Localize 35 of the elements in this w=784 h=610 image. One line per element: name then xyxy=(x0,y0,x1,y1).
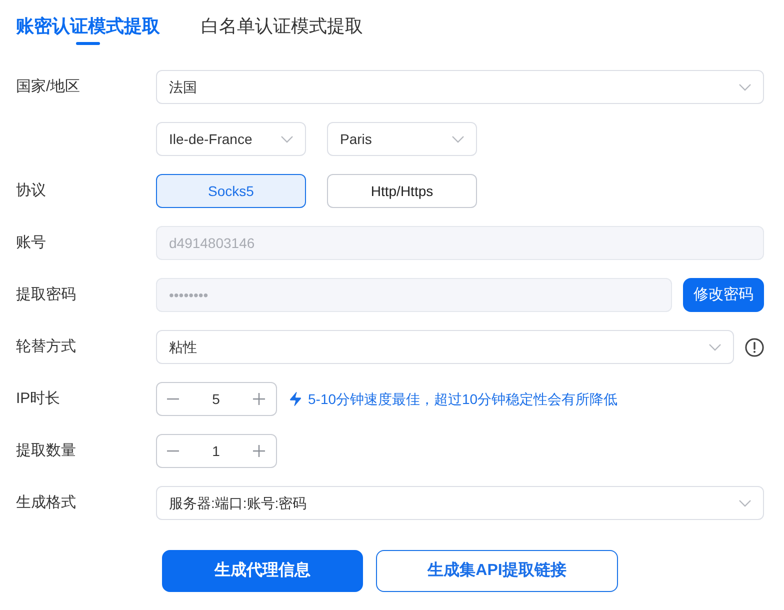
protocol-option[interactable]: Http/Https xyxy=(327,174,477,208)
tab[interactable]: 白名单认证模式提取 xyxy=(201,14,363,45)
chevron-down-icon xyxy=(452,136,464,142)
field-label: 账号 xyxy=(16,232,47,253)
lightning-bolt-icon xyxy=(290,392,301,406)
hint-text: 5-10分钟速度最佳，超过10分钟稳定性会有所降低 xyxy=(308,390,618,408)
select-field[interactable]: 粘性 xyxy=(156,330,734,364)
stepper-value[interactable]: 1 xyxy=(212,440,220,462)
protocol-option[interactable]: Socks5 xyxy=(156,174,306,208)
select-field[interactable]: 服务器:端口:账号:密码 xyxy=(156,486,764,520)
chevron-down-icon xyxy=(281,136,293,142)
field-label: 提取密码 xyxy=(16,284,77,305)
generate-button[interactable]: 生成代理信息 xyxy=(162,550,363,592)
plus-icon[interactable] xyxy=(252,445,265,457)
tab[interactable]: 账密认证模式提取 xyxy=(16,14,160,45)
field-label: 国家/地区 xyxy=(16,76,82,97)
field-label: IP时长 xyxy=(16,388,62,409)
chevron-down-icon xyxy=(709,344,721,350)
stepper-value[interactable]: 5 xyxy=(212,388,220,410)
field-label: 协议 xyxy=(16,180,47,201)
chevron-down-icon xyxy=(739,500,751,506)
info-icon[interactable] xyxy=(745,338,764,356)
select-field[interactable]: 法国 xyxy=(156,70,764,104)
minus-icon[interactable] xyxy=(167,398,179,400)
field-label: 提取数量 xyxy=(16,440,77,461)
field-label: 生成格式 xyxy=(16,492,77,513)
select-field[interactable]: Paris xyxy=(327,122,477,156)
chevron-down-icon xyxy=(739,84,751,90)
number-stepper[interactable]: 5 xyxy=(156,382,277,416)
plus-icon[interactable] xyxy=(252,393,265,405)
number-stepper[interactable]: 1 xyxy=(156,434,277,468)
field-label: 轮替方式 xyxy=(16,336,77,357)
api-link-button[interactable]: 生成集API提取链接 xyxy=(376,550,618,592)
minus-icon[interactable] xyxy=(167,450,179,452)
select-field[interactable]: Ile-de-France xyxy=(156,122,306,156)
